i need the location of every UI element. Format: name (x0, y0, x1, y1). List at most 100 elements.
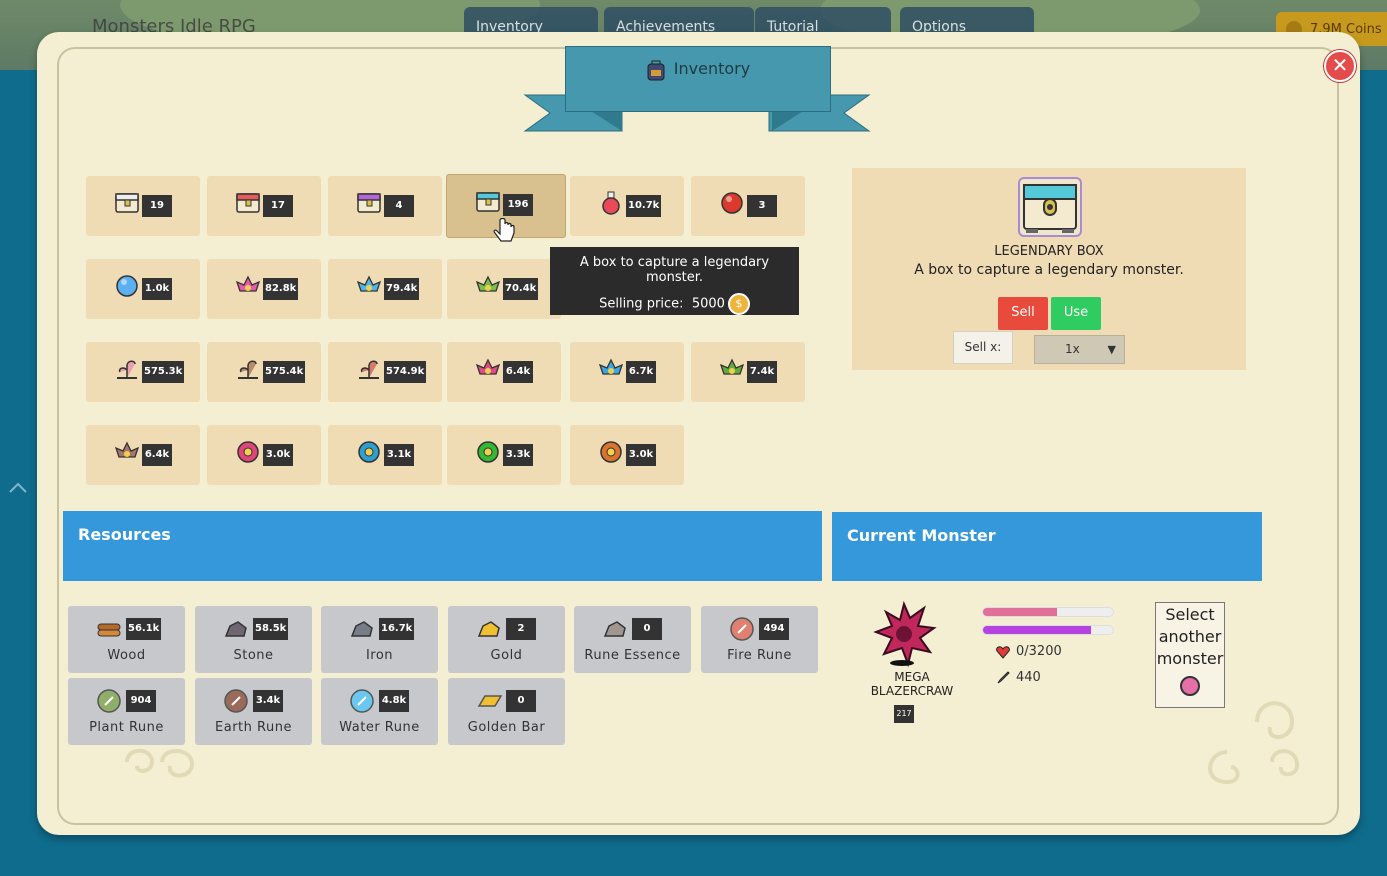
inventory-slot[interactable]: 10.7k (570, 176, 684, 236)
inventory-slot[interactable]: 3 (691, 176, 805, 236)
inventory-slot[interactable]: 4 (328, 176, 442, 236)
resource-label: Stone (233, 648, 274, 663)
item-count: 10.7k (626, 195, 662, 217)
inventory-slot[interactable]: 6.4k (86, 425, 200, 485)
item-count: 196 (503, 194, 533, 216)
golden-bar-icon (475, 688, 503, 714)
inventory-slot[interactable]: 6.7k (570, 342, 684, 402)
inventory-slot[interactable]: 3.0k (570, 425, 684, 485)
item-count: 19 (142, 195, 172, 217)
plant-rune-icon (95, 688, 123, 714)
item-count: 1.0k (142, 278, 172, 300)
inventory-slot[interactable]: 574.9k (328, 342, 442, 402)
item-count: 70.4k (503, 278, 539, 300)
resource-gold: 2 Gold (448, 606, 565, 673)
sell-quantity-label: Sell x: (953, 331, 1013, 364)
resource-rune-essence: 0 Rune Essence (574, 606, 691, 673)
sprout-red-icon (356, 356, 382, 382)
select-monster-button[interactable]: Select another monster (1155, 602, 1225, 708)
inventory-slot[interactable]: 82.8k (207, 259, 321, 319)
resource-count: 3.4k (253, 690, 283, 712)
resource-label: Wood (107, 648, 146, 663)
chevron-up-icon[interactable] (8, 480, 28, 494)
sprout-pink-icon (114, 356, 140, 382)
resource-stone: 58.5k Stone (195, 606, 312, 673)
modal-title: Inventory (566, 47, 830, 93)
item-count: 6.4k (503, 361, 533, 383)
inventory-slot[interactable]: 79.4k (328, 259, 442, 319)
attack-stat: 440 (996, 670, 1041, 685)
sprout-brown-icon (235, 356, 261, 382)
resource-count: 2 (506, 618, 536, 640)
sell-quantity-select[interactable]: 1x ▼ (1034, 335, 1125, 364)
use-button[interactable]: Use (1051, 297, 1101, 330)
item-name: LEGENDARY BOX (994, 244, 1104, 259)
tooltip-price: Selling price: 5000 $ (550, 293, 799, 315)
hp-bar (982, 607, 1114, 617)
xp-bar (982, 625, 1114, 635)
green-lotus-icon (475, 273, 501, 299)
earth-rune-icon (222, 688, 250, 714)
red-potion-icon (598, 190, 624, 216)
blue-lotus-icon (356, 273, 382, 299)
resource-count: 0 (506, 690, 536, 712)
resource-label: Earth Rune (215, 720, 292, 735)
legendary-box-icon (1018, 177, 1082, 237)
sword-icon (997, 670, 1010, 683)
item-count: 3.0k (626, 444, 656, 466)
hand-cursor-icon (493, 218, 515, 242)
inventory-slot[interactable]: 70.4k (447, 259, 561, 319)
inventory-slot[interactable]: 19 (86, 176, 200, 236)
inventory-slot[interactable]: 575.3k (86, 342, 200, 402)
rune-essence-icon (601, 616, 629, 642)
inventory-slot[interactable]: 3.3k (447, 425, 561, 485)
item-count: 3.0k (263, 444, 293, 466)
monster-name: MEGA BLAZERCRAW (870, 670, 954, 698)
resource-label: Iron (365, 648, 394, 663)
item-count: 575.4k (263, 361, 306, 383)
iron-icon (348, 616, 376, 642)
item-count: 3 (747, 195, 777, 217)
tooltip-description: A box to capture a legendary monster. (579, 255, 770, 285)
wood-icon (95, 616, 123, 642)
resource-label: Golden Bar (467, 720, 546, 735)
blue-flower-icon (356, 439, 382, 465)
item-count: 6.4k (142, 444, 172, 466)
resource-plant-rune: 904 Plant Rune (68, 678, 185, 745)
sell-button[interactable]: Sell (998, 297, 1048, 330)
monster-level-badge: 217 (894, 705, 914, 723)
item-description: A box to capture a legendary monster. (914, 262, 1184, 278)
fire-rune-icon (728, 616, 756, 642)
pink-flower-icon (235, 439, 261, 465)
inventory-slot[interactable]: 3.1k (328, 425, 442, 485)
item-count: 82.8k (263, 278, 299, 300)
item-count: 7.4k (747, 361, 777, 383)
chevron-down-icon: ▼ (1107, 343, 1116, 356)
item-count: 574.9k (384, 361, 427, 383)
resource-count: 16.7k (379, 618, 415, 640)
backpack-icon (647, 60, 665, 80)
inventory-slot[interactable]: 575.4k (207, 342, 321, 402)
resource-label: Gold (490, 648, 523, 663)
red-box-icon (235, 190, 261, 216)
resource-label: Rune Essence (584, 648, 681, 663)
item-count: 4 (384, 195, 414, 217)
inventory-slot[interactable]: 7.4k (691, 342, 805, 402)
inventory-slot[interactable]: 17 (207, 176, 321, 236)
inventory-slot[interactable]: 3.0k (207, 425, 321, 485)
current-monster-header: Current Monster (832, 512, 1262, 581)
gold-icon (475, 616, 503, 642)
inventory-slot[interactable]: 6.4k (447, 342, 561, 402)
blue-orb-icon (114, 273, 140, 299)
water-rune-icon (348, 688, 376, 714)
resource-count: 4.8k (379, 690, 409, 712)
coin-icon: $ (727, 293, 750, 315)
hp-stat: 0/3200 (996, 644, 1062, 659)
big-pink-lotus-icon (475, 356, 501, 382)
heart-icon (996, 645, 1010, 659)
orange-flower-icon (598, 439, 624, 465)
big-blue-lotus-icon (598, 356, 624, 382)
close-button[interactable]: ✕ (1324, 50, 1356, 82)
inventory-slot[interactable]: 1.0k (86, 259, 200, 319)
resource-earth-rune: 3.4k Earth Rune (195, 678, 312, 745)
